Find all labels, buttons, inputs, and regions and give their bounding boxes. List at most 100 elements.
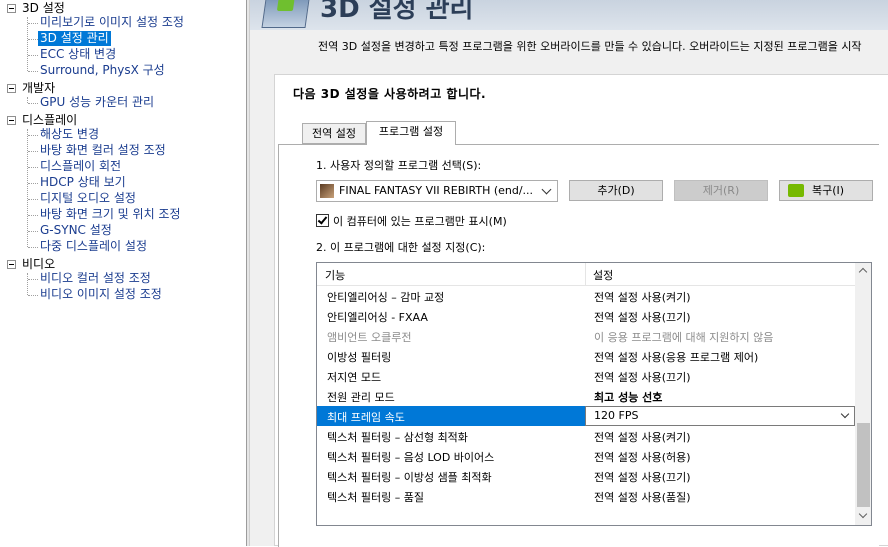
- tree-item-gpu-performance-counters[interactable]: GPU 성능 카운터 관리: [40, 95, 154, 110]
- tree-line: [28, 295, 38, 296]
- feature-cell: 안티엘리어싱 – 감마 교정: [327, 291, 445, 304]
- tree-line: [27, 17, 28, 71]
- restore-button-label: 복구(I): [812, 184, 845, 197]
- tree-item-surround-physx[interactable]: Surround, PhysX 구성: [40, 63, 165, 78]
- chevron-down-icon: [541, 184, 552, 195]
- table-row[interactable]: 안티엘리어싱 – 감마 교정 전역 설정 사용(켜기): [317, 286, 855, 306]
- scroll-up-icon[interactable]: [858, 267, 868, 277]
- tree-line: [28, 167, 38, 168]
- tab-program-settings[interactable]: 프로그램 설정: [366, 121, 456, 144]
- table-row[interactable]: 이방성 필터링 전역 설정 사용(응용 프로그램 제어): [317, 346, 855, 366]
- show-installed-label: 이 컴퓨터에 있는 프로그램만 표시(M): [333, 215, 507, 228]
- tree-item-preview-image-settings[interactable]: 미리보기로 이미지 설정 조정: [40, 15, 184, 30]
- remove-button[interactable]: 제거(R): [674, 180, 768, 201]
- tree-line: [28, 151, 38, 152]
- tree-line: [28, 135, 38, 136]
- program-select[interactable]: FINAL FANTASY VII REBIRTH (end/...: [316, 180, 558, 202]
- restore-button[interactable]: 복구(I): [779, 180, 873, 201]
- table-row[interactable]: 텍스처 필터링 – 품질 전역 설정 사용(품질): [317, 486, 855, 506]
- tree-item-ecc-status[interactable]: ECC 상태 변경: [40, 47, 116, 62]
- table-row[interactable]: 텍스처 필터링 – 삼선형 최적화 전역 설정 사용(켜기): [317, 426, 855, 446]
- tree-item-rotate-display[interactable]: 디스플레이 회전: [40, 159, 121, 174]
- tree-line: [27, 273, 28, 295]
- tree-group-3d-settings[interactable]: 3D 설정: [22, 1, 65, 16]
- setting-cell: 전역 설정 사용(끄기): [594, 311, 691, 324]
- collapse-icon[interactable]: [7, 84, 16, 93]
- tree-group-developer[interactable]: 개발자: [22, 81, 55, 96]
- setting-cell: 전역 설정 사용(응용 프로그램 제어): [594, 351, 759, 364]
- tree-line: [27, 129, 28, 247]
- show-installed-checkbox[interactable]: [316, 214, 329, 227]
- navigation-tree: 3D 설정 미리보기로 이미지 설정 조정 3D 설정 관리 ECC 상태 변경…: [0, 0, 246, 546]
- tree-group-display[interactable]: 디스플레이: [22, 113, 77, 128]
- table-row[interactable]: 텍스처 필터링 – 음성 LOD 바이어스 전역 설정 사용(허용): [317, 446, 855, 466]
- tree-line: [28, 215, 38, 216]
- tree-line: [28, 199, 38, 200]
- table-row[interactable]: 전원 관리 모드 최고 성능 선호: [317, 386, 855, 406]
- setting-cell: 전역 설정 사용(켜기): [594, 291, 691, 304]
- grid-header: 기능 설정: [317, 263, 855, 286]
- feature-cell: 앰비언트 오클루전: [327, 331, 412, 344]
- scrollbar-thumb[interactable]: [857, 423, 870, 507]
- program-name: FINAL FANTASY VII REBIRTH (end/...: [339, 184, 534, 197]
- step1-label: 1. 사용자 정의할 프로그램 선택(S):: [316, 159, 482, 172]
- game-icon: [320, 184, 334, 198]
- tree-line: [28, 279, 38, 280]
- tree-item-multiple-displays[interactable]: 다중 디스플레이 설정: [40, 239, 147, 254]
- setting-cell: 최고 성능 선호: [594, 391, 663, 404]
- table-row[interactable]: 저지연 모드 전역 설정 사용(끄기): [317, 366, 855, 386]
- tree-line: [28, 55, 38, 56]
- tree-item-desktop-color[interactable]: 바탕 화면 컬러 설정 조정: [40, 143, 166, 158]
- setting-dropdown-value: 120 FPS: [594, 409, 639, 422]
- tree-item-gsync[interactable]: G-SYNC 설정: [40, 223, 112, 238]
- collapse-icon[interactable]: [7, 116, 16, 125]
- tree-group-video[interactable]: 비디오: [22, 257, 55, 272]
- tree-item-desktop-size-position[interactable]: 바탕 화면 크기 및 위치 조정: [40, 207, 181, 222]
- tree-line: [28, 39, 38, 40]
- setting-cell: 전역 설정 사용(품질): [594, 491, 691, 504]
- page-title: 3D 설정 관리: [320, 0, 474, 24]
- table-row[interactable]: 텍스처 필터링 – 이방성 샘플 최적화 전역 설정 사용(끄기): [317, 466, 855, 486]
- collapse-icon[interactable]: [7, 4, 16, 13]
- column-header-feature[interactable]: 기능: [325, 267, 345, 283]
- setting-dropdown[interactable]: 120 FPS: [585, 406, 855, 426]
- tree-item-hdcp-status[interactable]: HDCP 상태 보기: [40, 175, 126, 190]
- feature-cell: 텍스처 필터링 – 품질: [327, 491, 424, 504]
- settings-grid: 기능 설정 안티엘리어싱 – 감마 교정 전역 설정 사용(켜기) 안티엘리어싱…: [316, 262, 872, 526]
- feature-cell: 텍스처 필터링 – 음성 LOD 바이어스: [327, 451, 495, 464]
- setting-cell: 전역 설정 사용(끄기): [594, 471, 691, 484]
- tree-item-digital-audio[interactable]: 디지털 오디오 설정: [40, 191, 136, 206]
- tree-line: [28, 247, 38, 248]
- tree-item-video-image[interactable]: 비디오 이미지 설정 조정: [40, 287, 162, 302]
- setting-cell: 전역 설정 사용(허용): [594, 451, 691, 464]
- vertical-scrollbar[interactable]: [855, 263, 871, 525]
- tree-line: [28, 103, 38, 104]
- column-header-setting[interactable]: 설정: [593, 267, 613, 283]
- feature-cell: 이방성 필터링: [327, 351, 392, 364]
- tree-line: [28, 231, 38, 232]
- tree-item-manage-3d-settings[interactable]: 3D 설정 관리: [38, 31, 111, 46]
- feature-cell: 텍스처 필터링 – 이방성 샘플 최적화: [327, 471, 492, 484]
- feature-cell: 전원 관리 모드: [327, 391, 395, 404]
- table-row-selected[interactable]: 최대 프레임 속도 120 FPS: [317, 406, 855, 426]
- tab-join: [367, 143, 455, 145]
- step2-label: 2. 이 프로그램에 대한 설정 지정(C):: [316, 241, 486, 254]
- scroll-down-icon[interactable]: [858, 509, 868, 519]
- collapse-icon[interactable]: [7, 260, 16, 269]
- feature-cell: 저지연 모드: [327, 371, 382, 384]
- page-description: 전역 3D 설정을 변경하고 특정 프로그램을 위한 오버라이드를 만들 수 있…: [318, 40, 862, 53]
- tree-item-change-resolution[interactable]: 해상도 변경: [40, 127, 99, 142]
- setting-cell: 전역 설정 사용(켜기): [594, 431, 691, 444]
- tree-line: [28, 71, 38, 72]
- add-button[interactable]: 추가(D): [569, 180, 663, 201]
- table-row[interactable]: 앰비언트 오클루전 이 응용 프로그램에 대해 지원하지 않음: [317, 326, 855, 346]
- table-row[interactable]: 안티엘리어싱 - FXAA 전역 설정 사용(끄기): [317, 306, 855, 326]
- feature-cell: 안티엘리어싱 - FXAA: [327, 311, 428, 324]
- column-separator[interactable]: [585, 263, 586, 285]
- setting-cell: 이 응용 프로그램에 대해 지원하지 않음: [594, 331, 774, 344]
- tab-global-settings[interactable]: 전역 설정: [302, 123, 366, 144]
- chevron-down-icon: [840, 409, 850, 419]
- panel-title: 다음 3D 설정을 사용하려고 합니다.: [293, 87, 487, 101]
- page-header: 3D 설정 관리: [250, 0, 888, 30]
- tree-item-video-color[interactable]: 비디오 컬러 설정 조정: [40, 271, 151, 286]
